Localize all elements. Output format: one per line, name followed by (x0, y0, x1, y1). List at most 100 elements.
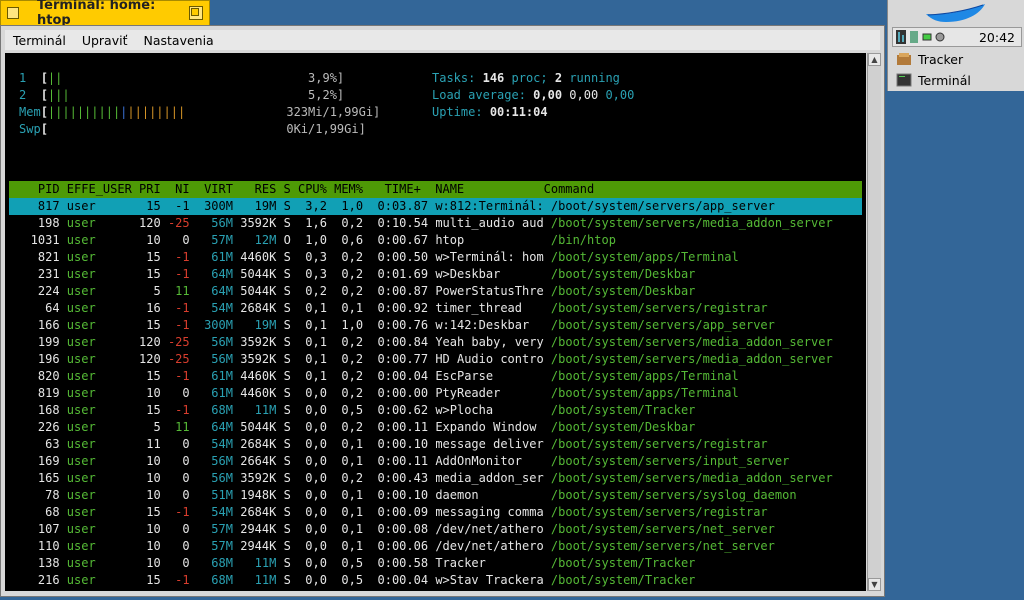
pid-cell: 68 (9, 505, 67, 519)
table-row[interactable]: 216 user 15 -1 68M 11M S 0,0 0,5 0:00.04… (9, 572, 696, 589)
table-row[interactable]: 231 user 15 -1 64M 5044K S 0,3 0,2 0:01.… (9, 266, 696, 283)
user-cell: user (66, 556, 140, 570)
table-row-selected[interactable]: 817 user 15 -1 300M 19M S 3,2 1,0 0:03.8… (9, 198, 775, 215)
table-row[interactable]: 226 user 5 11 64M 5044K S 0,0 0,2 0:00.1… (9, 419, 696, 436)
clock[interactable]: 20:42 (979, 30, 1015, 45)
name-cell: HD Audio contro (435, 352, 551, 366)
battery-icon[interactable] (922, 30, 932, 44)
mem-cell: 0,2 (334, 471, 371, 485)
nice-cell: 11 (167, 420, 197, 434)
pid-cell: 166 (9, 318, 67, 332)
cpu-cell: 1,0 (298, 233, 335, 247)
table-row[interactable]: 68 user 15 -1 54M 2684K S 0,0 0,1 0:00.0… (9, 504, 768, 521)
menu-edit[interactable]: Upraviť (74, 33, 136, 48)
deskbar-menu-button[interactable] (888, 0, 1024, 26)
user-cell: user (66, 301, 140, 315)
table-row[interactable]: 166 user 15 -1 300M 19M S 0,1 1,0 0:00.7… (9, 317, 775, 334)
command-cell: /boot/system/servers/app_server (550, 199, 775, 213)
res-cell: 11M (240, 573, 284, 587)
cpu2-meter: 2 [||| 5,2%] (19, 88, 345, 102)
priority-cell: 10 (139, 488, 168, 502)
process-table-header[interactable]: PID EFFE_USER PRI NI VIRT RES S CPU% MEM… (9, 181, 862, 198)
res-cell: 4460K (240, 386, 284, 400)
command-cell: /boot/system/servers/net_server (550, 539, 775, 553)
priority-cell: 5 (139, 420, 168, 434)
user-cell: user (66, 284, 140, 298)
nice-cell: 0 (167, 522, 197, 536)
scroll-down-arrow-icon[interactable]: ▼ (868, 578, 881, 591)
table-row[interactable]: 138 user 10 0 68M 11M S 0,0 0,5 0:00.58 … (9, 555, 696, 572)
window-title: Terminál: home: htop (37, 0, 156, 28)
table-row[interactable]: 196 user 120 -25 56M 3592K S 0,1 0,2 0:0… (9, 351, 833, 368)
priority-cell: 15 (139, 403, 168, 417)
table-row[interactable]: 107 user 10 0 57M 2944K S 0,0 0,1 0:00.0… (9, 521, 775, 538)
res-cell: 4460K (240, 369, 284, 383)
table-row[interactable]: 64 user 16 -1 54M 2684K S 0,1 0,1 0:00.9… (9, 300, 768, 317)
table-row[interactable]: 820 user 15 -1 61M 4460K S 0,1 0,2 0:00.… (9, 368, 739, 385)
virt-cell: 56M (196, 471, 241, 485)
pid-cell: 78 (9, 488, 67, 502)
table-row[interactable]: 1031 user 10 0 57M 12M O 1,0 0,6 0:00.67… (9, 232, 616, 249)
command-cell: /boot/system/Tracker (550, 403, 696, 417)
zoom-icon[interactable] (189, 6, 203, 20)
uptime: Uptime: 00:11:04 (432, 105, 548, 119)
table-row[interactable]: 63 user 11 0 54M 2684K S 0,0 0,1 0:00.10… (9, 436, 768, 453)
close-icon[interactable] (7, 7, 19, 19)
state-cell: S (283, 301, 299, 315)
name-cell: w:142:Deskbar (435, 318, 551, 332)
deskbar-item-terminal[interactable]: Terminál (890, 70, 1023, 90)
table-row[interactable]: 821 user 15 -1 61M 4460K S 0,3 0,2 0:00.… (9, 249, 739, 266)
table-row[interactable]: 198 user 120 -25 56M 3592K S 1,6 0,2 0:1… (9, 215, 833, 232)
menu-settings[interactable]: Nastavenia (135, 33, 221, 48)
table-row[interactable]: 78 user 10 0 51M 1948K S 0,0 0,1 0:00.10… (9, 487, 796, 504)
state-cell: S (283, 216, 299, 230)
name-cell: multi_audio aud (435, 216, 551, 230)
res-cell: 2944K (240, 539, 284, 553)
pid-cell: 226 (9, 420, 67, 434)
name-cell: /dev/net/athero (435, 522, 551, 536)
nice-cell: -1 (167, 199, 197, 213)
res-cell: 11M (240, 556, 284, 570)
res-cell: 4460K (240, 250, 284, 264)
res-cell: 2684K (240, 437, 284, 451)
virt-cell: 68M (196, 403, 241, 417)
name-cell: Expando Window (435, 420, 551, 434)
table-row[interactable]: 168 user 15 -1 68M 11M S 0,0 0,5 0:00.62… (9, 402, 696, 419)
mem-cell: 1,0 (334, 199, 371, 213)
command-cell: /boot/system/servers/registrar (550, 301, 768, 315)
menu-terminal[interactable]: Terminál (5, 33, 74, 48)
time-cell: 0:00.76 (370, 318, 436, 332)
swap-meter: Swp[ 0Ki/1,99Gi] (19, 122, 366, 136)
state-cell: S (283, 284, 299, 298)
time-cell: 0:00.08 (370, 522, 436, 536)
pid-cell: 196 (9, 352, 67, 366)
pid-cell: 199 (9, 335, 67, 349)
nice-cell: -25 (167, 352, 197, 366)
table-row[interactable]: 224 user 5 11 64M 5044K S 0,2 0,2 0:00.8… (9, 283, 696, 300)
virt-cell: 64M (196, 267, 241, 281)
table-row[interactable]: 199 user 120 -25 56M 3592K S 0,1 0,2 0:0… (9, 334, 833, 351)
nice-cell: 0 (167, 233, 197, 247)
state-cell: S (283, 522, 299, 536)
terminal-scrollbar[interactable]: ▲ ▼ (867, 53, 881, 591)
mem-cell: 0,2 (334, 335, 371, 349)
network-icon[interactable] (909, 30, 919, 44)
cpu-monitor-icon[interactable] (896, 30, 906, 44)
user-cell: user (66, 386, 140, 400)
mem-cell: 0,5 (334, 556, 371, 570)
virt-cell: 68M (196, 556, 241, 570)
volume-icon[interactable] (935, 30, 945, 44)
system-tray: 20:42 (892, 27, 1022, 47)
table-row[interactable]: 819 user 10 0 61M 4460K S 0,0 0,2 0:00.0… (9, 385, 739, 402)
mem-cell: 0,2 (334, 250, 371, 264)
table-row[interactable]: 169 user 10 0 56M 2664K S 0,0 0,1 0:00.1… (9, 453, 789, 470)
table-row[interactable]: 110 user 10 0 57M 2944K S 0,0 0,1 0:00.0… (9, 538, 775, 555)
terminal-view[interactable]: 1 [|| 3,9%] 2 [||| 5,2%] Mem[|||||||||||… (5, 53, 866, 591)
deskbar-item-tracker[interactable]: Tracker (890, 49, 1023, 69)
table-row[interactable]: 165 user 10 0 56M 3592K S 0,0 0,2 0:00.4… (9, 470, 833, 487)
priority-cell: 120 (139, 216, 168, 230)
pid-cell: 216 (9, 573, 67, 587)
scroll-up-arrow-icon[interactable]: ▲ (868, 53, 881, 66)
window-title-tab[interactable]: Terminál: home: htop (0, 0, 210, 28)
pid-cell: 231 (9, 267, 67, 281)
